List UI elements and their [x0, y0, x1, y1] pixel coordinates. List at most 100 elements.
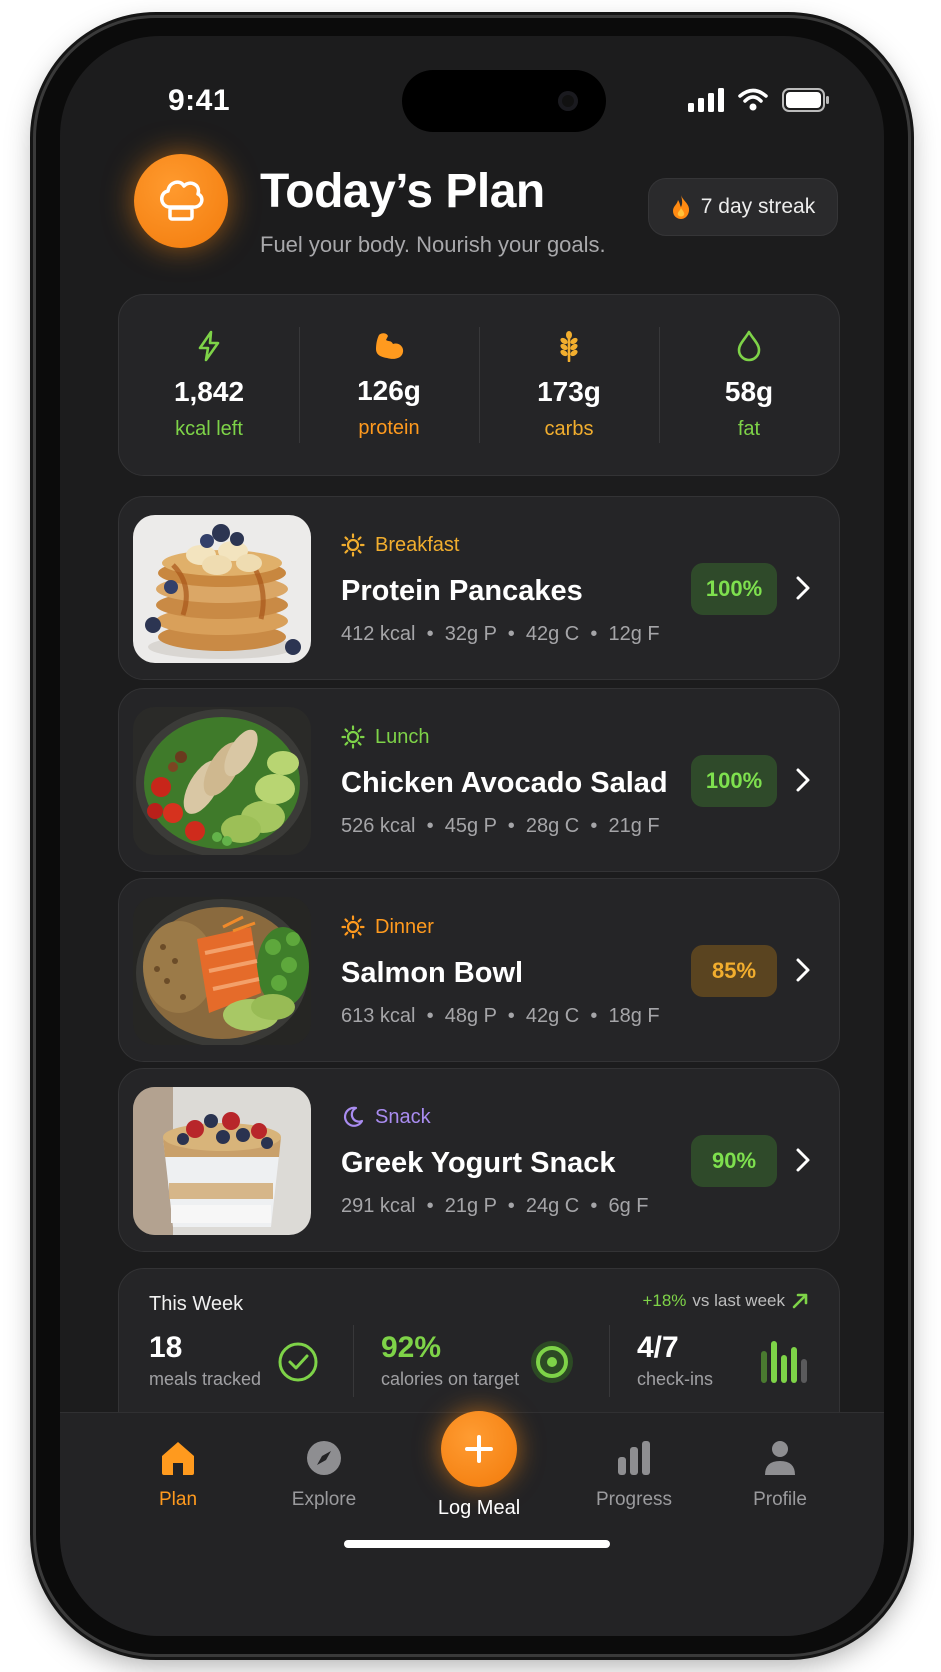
page-subtitle: Fuel your body. Nourish your goals.: [260, 232, 606, 257]
meal-category: Lunch: [341, 725, 430, 749]
bottom-tab-bar: Plan Explore Log Meal Progress Profile: [60, 1411, 884, 1636]
plus-icon: [465, 1435, 493, 1463]
weekly-meals-value: 18: [149, 1331, 183, 1364]
tab-label: Plan: [158, 1489, 198, 1510]
meal-kcal: 613 kcal: [341, 1005, 416, 1027]
meal-card-breakfast[interactable]: Breakfast Protein Pancakes 412 kcal • 32…: [118, 496, 840, 680]
meal-category: Dinner: [341, 915, 434, 939]
stat-carbs: 173g carbs: [479, 295, 659, 475]
sun-icon: [341, 915, 365, 939]
meal-name: Salmon Bowl: [341, 957, 524, 989]
meal-fat: 6g F: [608, 1195, 649, 1217]
weekly-meals-label: meals tracked: [149, 1369, 262, 1389]
weekly-delta-value: +18%: [642, 1291, 687, 1310]
chevron-right-icon[interactable]: [795, 575, 811, 601]
stat-value: 126g: [357, 374, 421, 406]
chef-hat-logo: [134, 154, 228, 248]
flame-icon: [672, 195, 689, 219]
camera-icon: [558, 91, 578, 111]
trend-up-icon: [792, 1293, 808, 1309]
home-indicator[interactable]: [344, 1540, 610, 1548]
meal-fat: 18g F: [608, 1005, 660, 1027]
sun-icon: [341, 533, 365, 557]
meal-photo: [133, 707, 311, 855]
log-meal-label[interactable]: Log Meal: [399, 1497, 559, 1520]
daily-stats-card: 1,842 kcal left 126g protein 173g carbs …: [118, 294, 840, 476]
meal-carbs: 42g C: [525, 623, 580, 645]
stat-fat: 58g fat: [659, 295, 839, 475]
meal-photo: [133, 897, 311, 1045]
sun-icon: [341, 725, 365, 749]
tab-profile[interactable]: Profile: [720, 1439, 840, 1511]
meal-macros: 613 kcal • 48g P • 42g C • 18g F: [341, 1005, 660, 1027]
tab-explore[interactable]: Explore: [264, 1439, 384, 1511]
weekly-checkins-label: check-ins: [637, 1369, 714, 1389]
meal-fat: 21g F: [608, 815, 660, 837]
meal-protein: 45g P: [444, 815, 497, 837]
meal-protein: 48g P: [444, 1005, 497, 1027]
home-icon: [162, 1442, 194, 1475]
stat-label: fat: [737, 417, 761, 440]
divider: [609, 1325, 610, 1397]
meal-kcal: 526 kcal: [341, 815, 416, 837]
meal-carbs: 42g C: [525, 1005, 580, 1027]
stat-label: carbs: [544, 417, 594, 440]
meal-photo: [133, 1087, 311, 1235]
chevron-right-icon[interactable]: [795, 767, 811, 793]
drop-icon: [737, 330, 761, 361]
battery-icon: [782, 88, 829, 112]
meal-category-label: Snack: [375, 1105, 431, 1128]
status-time: 9:41: [168, 84, 231, 117]
weekly-calories-label: calories on target: [381, 1369, 520, 1389]
meal-carbs: 28g C: [525, 815, 580, 837]
streak-badge[interactable]: 7 day streak: [648, 178, 838, 236]
meal-completion-badge: 85%: [691, 945, 777, 997]
bar-chart-icon: [618, 1441, 650, 1475]
meal-completion-badge: 100%: [691, 755, 777, 807]
tab-label: Explore: [291, 1489, 357, 1510]
chef-hat-icon: [160, 180, 204, 221]
meal-card-lunch[interactable]: Lunch Chicken Avocado Salad 526 kcal • 4…: [118, 688, 840, 872]
stat-label: protein: [358, 416, 420, 439]
weekly-delta: +18% vs last week: [642, 1291, 809, 1311]
meal-name: Greek Yogurt Snack: [341, 1147, 616, 1179]
stat-value: 58g: [724, 375, 774, 407]
meal-category-label: Lunch: [375, 725, 430, 748]
meal-card-dinner[interactable]: Dinner Salmon Bowl 613 kcal • 48g P • 42…: [118, 878, 840, 1062]
meal-name: Chicken Avocado Salad: [341, 767, 668, 799]
weekly-checkins-value: 4/7: [637, 1331, 679, 1364]
meal-category: Snack: [341, 1105, 431, 1129]
bar-chart-icon: [761, 1341, 807, 1383]
weekly-calories-stat: 92% calories on target: [381, 1331, 519, 1390]
person-icon: [765, 1441, 795, 1475]
phone-frame: 9:41 Today’s Plan Fuel your body. Nouris…: [36, 18, 908, 1654]
meal-macros: 412 kcal • 32g P • 42g C • 12g F: [341, 623, 660, 645]
meal-completion-badge: 100%: [691, 563, 777, 615]
meal-protein: 21g P: [444, 1195, 497, 1217]
log-meal-button[interactable]: [441, 1411, 517, 1487]
muscle-icon: [376, 332, 404, 359]
bolt-icon: [198, 330, 220, 361]
tab-plan[interactable]: Plan: [118, 1439, 238, 1511]
tab-label: Profile: [753, 1489, 807, 1510]
status-icons: [688, 88, 830, 112]
tab-progress[interactable]: Progress: [574, 1439, 694, 1511]
wifi-icon: [738, 88, 768, 111]
meal-card-snack[interactable]: Snack Greek Yogurt Snack 291 kcal • 21g …: [118, 1068, 840, 1252]
stat-value: 1,842: [173, 375, 245, 407]
meal-kcal: 291 kcal: [341, 1195, 416, 1217]
meal-photo: [133, 515, 311, 663]
compass-icon: [307, 1441, 341, 1475]
weekly-calories-value: 92%: [381, 1331, 442, 1364]
meal-protein: 32g P: [444, 623, 497, 645]
streak-label: 7 day streak: [700, 195, 816, 218]
stat-kcal: 1,842 kcal left: [119, 295, 299, 475]
page-title: Today’s Plan: [260, 165, 545, 218]
divider: [353, 1325, 354, 1397]
chevron-right-icon[interactable]: [795, 1147, 811, 1173]
stat-protein: 126g protein: [299, 295, 479, 475]
meal-completion-badge: 90%: [691, 1135, 777, 1187]
chevron-right-icon[interactable]: [795, 957, 811, 983]
meal-carbs: 24g C: [525, 1195, 580, 1217]
meal-category-label: Breakfast: [375, 533, 460, 556]
